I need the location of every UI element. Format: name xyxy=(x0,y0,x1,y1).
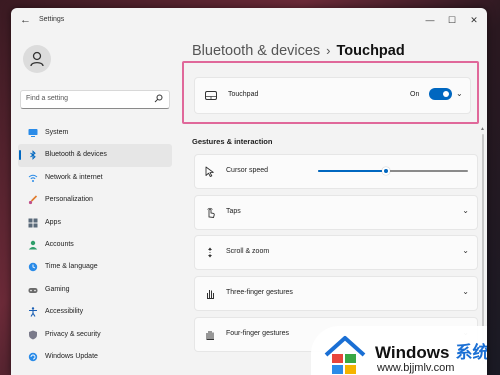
cursor-speed-row: Cursor speed xyxy=(194,154,478,189)
monitor-icon xyxy=(28,129,38,137)
sidebar-item-privacy-security[interactable]: Privacy & security xyxy=(18,324,172,346)
apps-icon xyxy=(28,218,38,228)
person-icon xyxy=(28,240,38,250)
watermark-brand: Windows 系统之家 xyxy=(375,338,487,363)
sidebar-item-personalization[interactable]: Personalization xyxy=(18,189,172,211)
person-icon xyxy=(30,51,44,67)
gesture-row-three-finger-gestures[interactable]: Three-finger gestures ⌄ xyxy=(194,276,478,311)
slider-fill xyxy=(318,170,386,172)
sidebar-item-label: Network & internet xyxy=(45,173,103,181)
watermark-brand-cn: 系统之家 xyxy=(455,343,487,362)
sidebar-item-label: Accounts xyxy=(45,240,74,248)
bluetooth-icon xyxy=(30,150,36,161)
search-input[interactable]: Find a setting xyxy=(20,90,170,109)
close-button[interactable]: ✕ xyxy=(463,12,485,28)
sidebar-item-accessibility[interactable]: Accessibility xyxy=(18,301,172,323)
back-arrow-icon[interactable]: ← xyxy=(20,14,31,26)
touchpad-toggle[interactable] xyxy=(429,88,452,100)
breadcrumb-separator: › xyxy=(326,43,331,58)
scroll-up-icon[interactable]: ▲ xyxy=(480,126,485,132)
section-title: Gestures & interaction xyxy=(192,137,273,146)
title-bar: ← Settings — ☐ ✕ xyxy=(11,8,487,34)
sidebar-item-system[interactable]: System xyxy=(18,122,172,144)
four-finger-hand-icon xyxy=(206,331,214,340)
sidebar-item-label: Personalization xyxy=(45,196,93,204)
gesture-row-taps[interactable]: Taps ⌄ xyxy=(194,195,478,230)
accessibility-icon xyxy=(29,307,37,317)
chevron-down-icon[interactable]: ⌄ xyxy=(462,246,469,255)
sidebar-item-label: Gaming xyxy=(45,285,70,293)
watermark-url: www.bjjmlv.com xyxy=(377,362,455,374)
sidebar-item-label: Time & language xyxy=(45,263,98,271)
scroll-icon xyxy=(208,247,212,258)
chevron-down-icon[interactable]: ⌄ xyxy=(456,89,463,98)
gesture-row-label: Scroll & zoom xyxy=(226,248,270,255)
sidebar-item-label: Windows Update xyxy=(45,352,98,360)
cursor-speed-slider[interactable] xyxy=(318,167,468,175)
watermark: Windows 系统之家 www.bjjmlv.com xyxy=(311,326,487,375)
sidebar-item-label: Bluetooth & devices xyxy=(45,151,107,159)
cursor-icon xyxy=(205,166,214,177)
paintbrush-icon xyxy=(28,195,38,205)
gesture-row-label: Three-finger gestures xyxy=(226,289,293,296)
shield-icon xyxy=(29,330,37,340)
chevron-down-icon[interactable]: ⌄ xyxy=(462,206,469,215)
watermark-brand-en: Windows xyxy=(375,343,450,362)
gesture-row-scroll-zoom[interactable]: Scroll & zoom ⌄ xyxy=(194,235,478,270)
gesture-row-label: Four-finger gestures xyxy=(226,330,290,337)
sidebar-item-windows-update[interactable]: Windows Update xyxy=(18,346,172,368)
breadcrumb: Bluetooth & devices › Touchpad xyxy=(192,43,405,59)
user-avatar[interactable] xyxy=(23,45,51,73)
sidebar-item-network-internet[interactable]: Network & internet xyxy=(18,167,172,189)
sidebar-item-accounts[interactable]: Accounts xyxy=(18,234,172,256)
sidebar-item-label: Privacy & security xyxy=(45,330,101,338)
sidebar-item-apps[interactable]: Apps xyxy=(18,212,172,234)
search-placeholder: Find a setting xyxy=(26,95,69,102)
update-icon xyxy=(28,352,38,362)
gesture-row-label: Taps xyxy=(226,208,241,215)
touchpad-label: Touchpad xyxy=(228,91,259,98)
breadcrumb-parent[interactable]: Bluetooth & devices xyxy=(192,43,320,59)
sidebar-item-gaming[interactable]: Gaming xyxy=(18,279,172,301)
sidebar-item-label: System xyxy=(45,129,69,136)
minimize-button[interactable]: — xyxy=(419,12,441,28)
touchpad-card[interactable]: Touchpad On ⌄ xyxy=(194,77,471,114)
sidebar-item-time-language[interactable]: Time & language xyxy=(18,256,172,278)
search-icon xyxy=(154,94,163,103)
touchpad-icon xyxy=(205,91,217,100)
windows-logo-icon xyxy=(324,336,366,374)
gamepad-icon xyxy=(28,287,38,293)
chevron-down-icon[interactable]: ⌄ xyxy=(462,287,469,296)
slider-thumb[interactable] xyxy=(381,167,390,175)
cursor-speed-label: Cursor speed xyxy=(226,167,269,174)
wifi-icon xyxy=(28,174,38,182)
maximize-button[interactable]: ☐ xyxy=(441,12,463,28)
touchpad-state-label: On xyxy=(410,91,420,98)
sidebar-item-bluetooth-devices[interactable]: Bluetooth & devices xyxy=(18,144,172,167)
sidebar-nav: System Bluetooth & devices Network & inter… xyxy=(18,122,172,368)
app-title: Settings xyxy=(39,16,65,23)
sidebar-item-label: Accessibility xyxy=(45,308,84,316)
three-finger-hand-icon xyxy=(207,290,214,299)
globe-clock-icon xyxy=(28,263,38,272)
tap-hand-icon xyxy=(207,207,215,218)
sidebar-item-label: Apps xyxy=(45,218,61,226)
settings-window: ← Settings — ☐ ✕ Find a setting System Bl… xyxy=(11,8,487,375)
page-title: Touchpad xyxy=(336,43,405,59)
